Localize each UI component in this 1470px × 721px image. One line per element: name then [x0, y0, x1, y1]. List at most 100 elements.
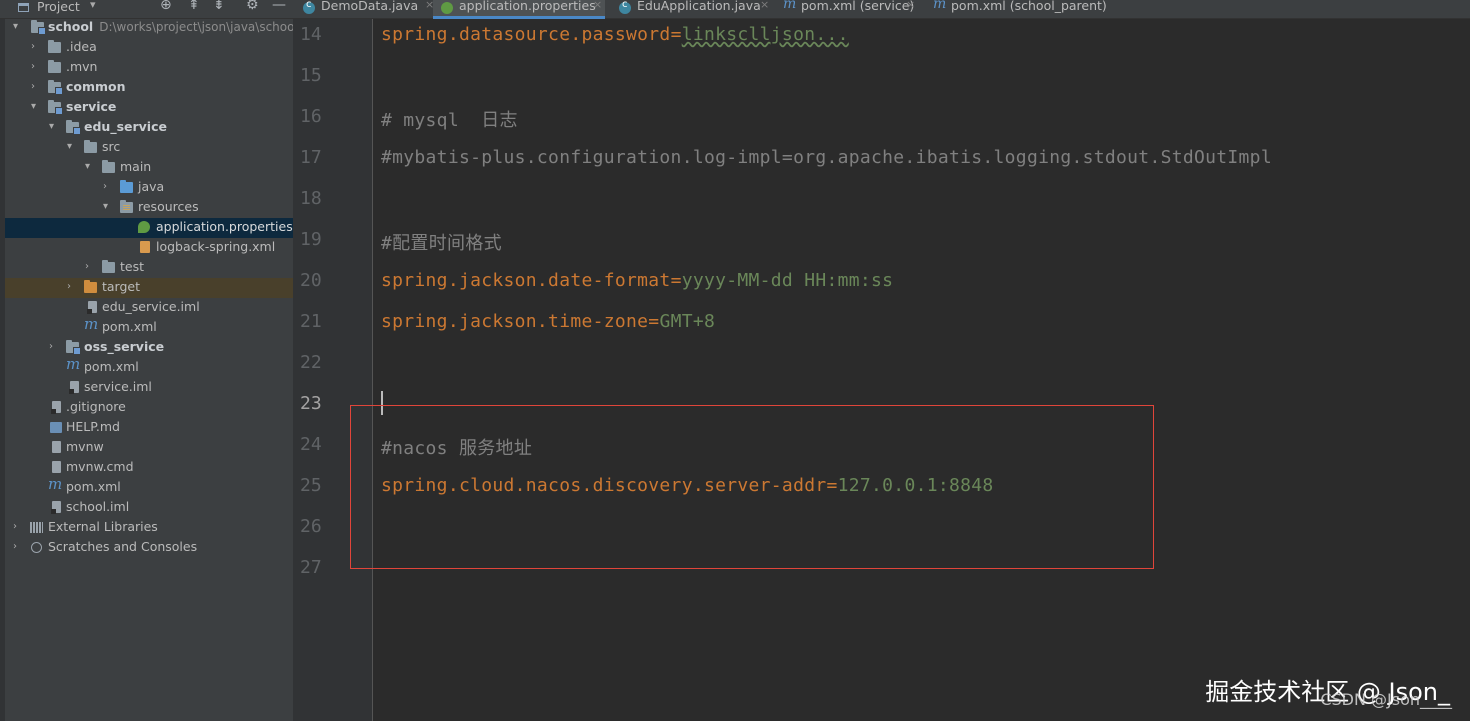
file-icon [52, 461, 61, 473]
tree-node-service-iml[interactable]: service.iml [5, 378, 293, 398]
chevron-down-icon[interactable]: ▾ [90, 0, 96, 11]
maven-icon [66, 355, 80, 373]
tree-node-oss-service[interactable]: › oss_service [5, 338, 293, 358]
tree-node-java[interactable]: › java [5, 178, 293, 198]
module-folder-icon [48, 100, 63, 115]
chevron-down-icon[interactable]: ▾ [85, 161, 95, 173]
tab-pom-school-parent[interactable]: pom.xml (school_parent) [933, 0, 1113, 18]
scratches-icon [31, 542, 42, 553]
code-line-17[interactable]: #mybatis-plus.configuration.log-impl=org… [381, 147, 1272, 168]
file-icon [52, 441, 61, 453]
close-icon[interactable]: × [906, 0, 915, 11]
tree-label: application.properties [156, 219, 293, 234]
project-view-header[interactable]: Project ▾ ⊕ ⇞ ⇟ ⚙ — [0, 0, 293, 18]
tree-label: edu_service [84, 119, 167, 134]
tree-node-mvn[interactable]: › .mvn [5, 58, 293, 78]
equals-sign: = [670, 270, 682, 291]
chevron-down-icon[interactable]: ▾ [103, 201, 113, 213]
chevron-right-icon[interactable]: › [85, 261, 95, 273]
folder-icon [84, 140, 97, 153]
project-view-label[interactable]: Project [37, 0, 80, 14]
tree-node-idea[interactable]: › .idea [5, 38, 293, 58]
tree-label: Scratches and Consoles [48, 539, 198, 554]
annotation-highlight-box [350, 405, 1154, 569]
module-folder-icon [66, 120, 81, 135]
tree-node-school[interactable]: ▾ school D:\works\project\json\java\schoo… [5, 19, 293, 38]
chevron-right-icon[interactable]: › [49, 341, 59, 353]
watermark-csdn: CSDN @Json____ [1320, 690, 1452, 709]
tree-node-logback-spring-xml[interactable]: logback-spring.xml [5, 238, 293, 258]
collapse-all-icon[interactable]: ⇟ [213, 0, 225, 13]
code-line-20[interactable]: spring.jackson.date-format=yyyy-MM-dd HH… [381, 270, 893, 291]
tree-node-resources[interactable]: ▾ resources [5, 198, 293, 218]
minimize-icon[interactable]: — [272, 0, 286, 13]
tree-node-school-iml[interactable]: school.iml [5, 498, 293, 518]
tree-node-external-libraries[interactable]: › External Libraries [5, 518, 293, 538]
tree-node-pom-xml[interactable]: pom.xml [5, 475, 293, 498]
chevron-right-icon[interactable]: › [31, 61, 41, 73]
tree-label: External Libraries [48, 519, 158, 534]
gear-icon[interactable]: ⚙ [246, 0, 259, 13]
tree-node-pom-xml[interactable]: pom.xml [5, 315, 293, 338]
tab-label: application.properties [459, 0, 596, 13]
code-editor[interactable] [373, 19, 1470, 721]
chevron-right-icon[interactable]: › [13, 541, 23, 553]
folder-icon [102, 160, 115, 173]
tree-node-test[interactable]: › test [5, 258, 293, 278]
chevron-down-icon[interactable]: ▾ [49, 121, 59, 133]
tree-node-application-properties[interactable]: application.properties [5, 218, 293, 238]
expand-all-icon[interactable]: ⇞ [188, 0, 200, 13]
maven-icon [783, 0, 796, 14]
tree-label: pom.xml [102, 319, 157, 334]
tree-node-mvnw[interactable]: mvnw [5, 438, 293, 458]
chevron-right-icon[interactable]: › [31, 41, 41, 53]
tree-label: src [102, 139, 121, 154]
code-line-16[interactable]: # mysql 日志 [381, 106, 518, 132]
equals-sign: = [648, 311, 660, 332]
tab-pom-service[interactable]: pom.xml (service) × [783, 0, 918, 18]
tree-node-main[interactable]: ▾ main [5, 158, 293, 178]
tree-node-edu-service[interactable]: ▾ edu_service [5, 118, 293, 138]
libraries-icon [30, 522, 43, 533]
xml-file-icon [140, 241, 150, 253]
line-number: 18 [300, 188, 322, 209]
tab-application-properties[interactable]: application.properties × [433, 0, 605, 19]
tree-node-edu-service-iml[interactable]: edu_service.iml [5, 298, 293, 318]
tab-label: pom.xml (service) [801, 0, 915, 13]
close-icon[interactable]: × [760, 0, 769, 11]
source-folder-icon [120, 180, 133, 193]
excluded-folder-icon [84, 280, 97, 293]
tree-node-pom-xml[interactable]: pom.xml [5, 355, 293, 378]
tab-label: DemoData.java [321, 0, 419, 13]
chevron-down-icon[interactable]: ▾ [31, 101, 41, 113]
tree-label: .gitignore [66, 399, 126, 414]
iml-file-icon [69, 381, 79, 394]
tree-node-help-md[interactable]: HELP.md [5, 418, 293, 438]
tree-node-scratches[interactable]: › Scratches and Consoles [5, 538, 293, 558]
line-number: 15 [300, 65, 322, 86]
tree-node-src[interactable]: ▾ src [5, 138, 293, 158]
chevron-right-icon[interactable]: › [103, 181, 113, 193]
code-line-21[interactable]: spring.jackson.time-zone=GMT+8 [381, 311, 715, 332]
maven-icon [84, 315, 98, 333]
tree-node-common[interactable]: › common [5, 78, 293, 98]
tree-label: test [120, 259, 145, 274]
chevron-down-icon[interactable]: ▾ [13, 21, 23, 33]
chevron-right-icon[interactable]: › [31, 81, 41, 93]
tab-eduapplication[interactable]: EduApplication.java × [619, 0, 769, 18]
code-line-14[interactable]: spring.datasource.password=linksclljson.… [381, 24, 849, 45]
tree-node-service[interactable]: ▾ service [5, 98, 293, 118]
tab-label: pom.xml (school_parent) [951, 0, 1107, 13]
chevron-right-icon[interactable]: › [67, 281, 77, 293]
code-line-19[interactable]: #配置时间格式 [381, 229, 502, 255]
chevron-down-icon[interactable]: ▾ [67, 141, 77, 153]
project-icon [18, 3, 29, 12]
line-number: 17 [300, 147, 322, 168]
tab-demodata[interactable]: DemoData.java × [303, 0, 434, 18]
tree-node-target[interactable]: › target [5, 278, 293, 298]
chevron-right-icon[interactable]: › [13, 521, 23, 533]
property-key: spring.jackson.date-format [381, 270, 671, 291]
tree-node-gitignore[interactable]: .gitignore [5, 398, 293, 418]
locate-icon[interactable]: ⊕ [160, 0, 172, 13]
close-icon[interactable]: × [593, 0, 602, 11]
